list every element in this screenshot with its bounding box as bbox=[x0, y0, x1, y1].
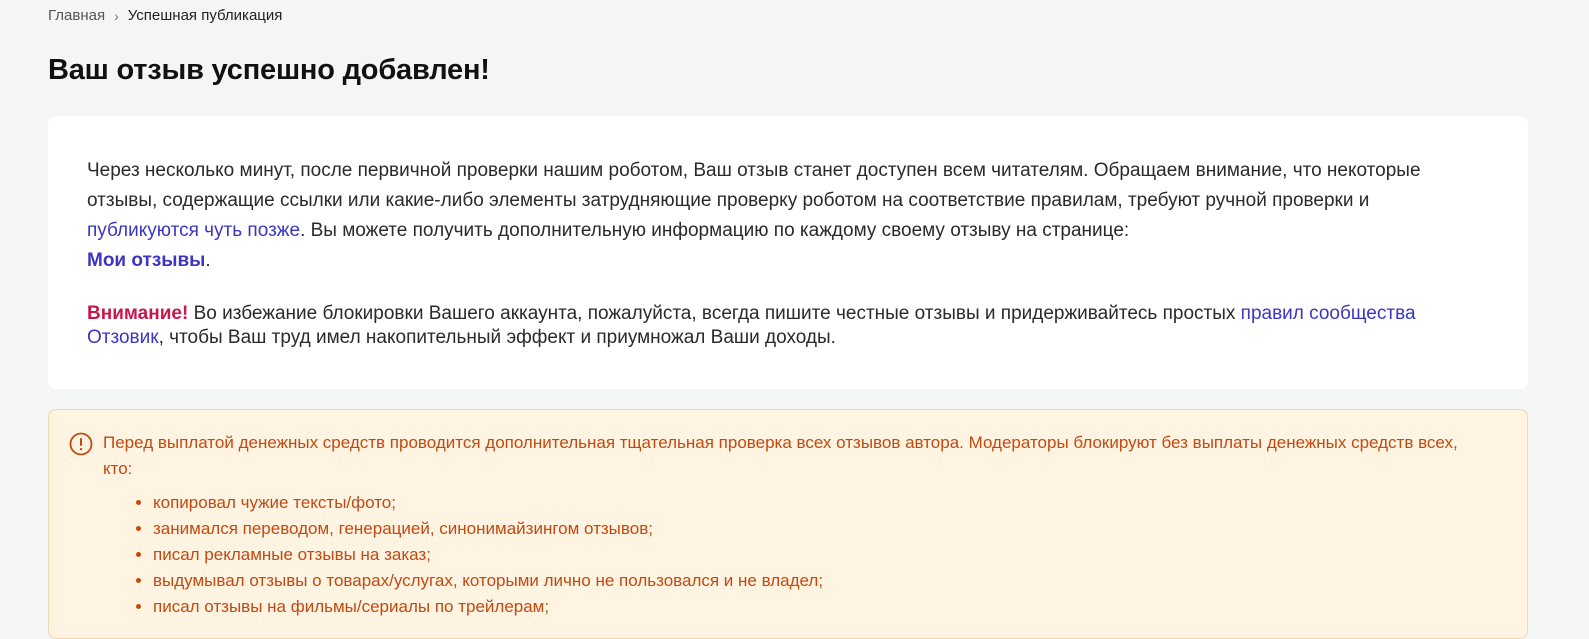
publication-info-text-2: . Вы можете получить дополнительную инфо… bbox=[300, 220, 1130, 241]
published-later-link[interactable]: публикуются чуть позже bbox=[87, 220, 300, 241]
payout-warning-notice: Перед выплатой денежных средств проводит… bbox=[48, 409, 1528, 639]
breadcrumb-current: Успешная публикация bbox=[127, 7, 283, 24]
publication-info-paragraph: Через несколько минут, после первичной п… bbox=[87, 156, 1448, 276]
publication-info-period: . bbox=[205, 250, 211, 271]
breadcrumb: Главная › Успешная публикация bbox=[48, 6, 282, 26]
list-item: копировал чужие тексты/фото; bbox=[153, 490, 823, 516]
success-message-card: Через несколько минут, после первичной п… bbox=[48, 116, 1528, 389]
attention-text: Во избежание блокировки Вашего аккаунта,… bbox=[188, 303, 1241, 324]
my-reviews-link[interactable]: Мои отзывы bbox=[87, 250, 205, 271]
violations-list: копировал чужие тексты/фото; занимался п… bbox=[103, 490, 823, 620]
attention-text-2: , чтобы Ваш труд имел накопительный эффе… bbox=[158, 327, 836, 348]
list-item: писал рекламные отзывы на заказ; bbox=[153, 542, 823, 568]
page-title: Ваш отзыв успешно добавлен! bbox=[48, 54, 490, 86]
payout-warning-text: Перед выплатой денежных средств проводит… bbox=[103, 433, 1458, 478]
publication-info-text: Через несколько минут, после первичной п… bbox=[87, 160, 1421, 211]
exclamation-circle-icon bbox=[69, 432, 93, 456]
list-item: выдумывал отзывы о товарах/услугах, кото… bbox=[153, 568, 823, 594]
attention-label: Внимание! bbox=[87, 303, 189, 324]
breadcrumb-separator: › bbox=[114, 8, 119, 24]
list-item: писал отзывы на фильмы/сериалы по трейле… bbox=[153, 594, 823, 620]
breadcrumb-home-link[interactable]: Главная bbox=[48, 6, 105, 26]
list-item: занимался переводом, генерацией, синоним… bbox=[153, 516, 823, 542]
attention-paragraph: Внимание! Во избежание блокировки Вашего… bbox=[87, 302, 1448, 350]
